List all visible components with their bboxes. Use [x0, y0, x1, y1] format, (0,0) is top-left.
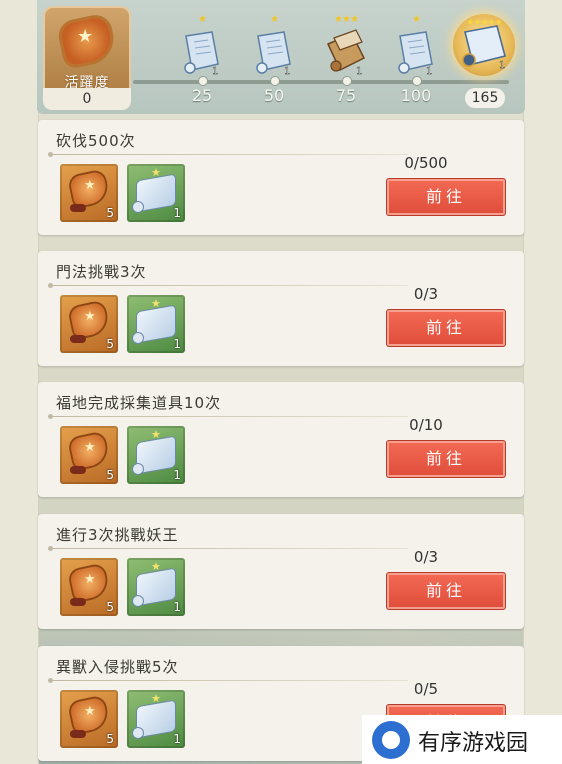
- svg-text:1: 1: [356, 66, 362, 76]
- task-title: 福地完成採集道具10次: [56, 394, 222, 412]
- tassel-icon: [70, 204, 86, 212]
- task-card: 進行3次挑戰妖王 ★ 5 ★ 1 0/3 前往: [38, 514, 524, 629]
- milestone-final-stars: ★★★★★: [466, 18, 502, 28]
- milestone-chest-100[interactable]: ★ 1 100: [391, 14, 441, 114]
- tassel-icon: [70, 598, 86, 606]
- reward-activity-token[interactable]: ★ 5: [60, 690, 118, 748]
- reward-count: 1: [173, 468, 181, 482]
- tassel-icon: [70, 730, 86, 738]
- task-divider: [48, 152, 408, 157]
- star-icon: ★: [84, 178, 96, 193]
- milestone-chest-50[interactable]: ★ 1 50: [249, 14, 299, 114]
- milestone-final-value: 165: [465, 88, 505, 108]
- milestone-dot: [198, 76, 208, 86]
- scroll-roll-icon: [133, 596, 143, 606]
- scroll-reward-icon: 1: [256, 31, 291, 76]
- star-icon: ★: [77, 26, 94, 47]
- reward-count: 1: [173, 206, 181, 220]
- milestone-chest-75[interactable]: ★★★ 1 75: [321, 14, 371, 114]
- reward-count: 5: [106, 732, 114, 746]
- svg-text:1: 1: [212, 66, 218, 76]
- reward-activity-token[interactable]: ★ 5: [60, 558, 118, 616]
- reward-scroll[interactable]: ★ 1: [127, 426, 185, 484]
- task-title: 門法挑戰3次: [56, 263, 147, 281]
- task-divider: [48, 414, 408, 419]
- task-progress: 0/10: [409, 416, 443, 434]
- reward-scroll[interactable]: ★ 1: [127, 690, 185, 748]
- scroll-reward-icon: 1: [398, 31, 433, 76]
- reward-count: 5: [106, 337, 114, 351]
- watermark-logo-icon: [372, 721, 410, 759]
- milestone-value: 75: [335, 86, 357, 105]
- task-progress: 0/5: [413, 680, 439, 698]
- star-icon: ★: [84, 572, 96, 587]
- task-progress: 0/500: [404, 154, 448, 172]
- task-card: 福地完成採集道具10次 ★ 5 ★ 1 0/10 前往: [38, 382, 524, 497]
- reward-count: 5: [106, 468, 114, 482]
- left-pillar: [0, 0, 39, 764]
- milestone-dot: [412, 76, 422, 86]
- reward-scroll[interactable]: ★ 1: [127, 558, 185, 616]
- reward-activity-token[interactable]: ★ 5: [60, 426, 118, 484]
- milestone-value: 100: [400, 86, 432, 105]
- scroll-roll-icon: [133, 202, 143, 212]
- milestone-value: 25: [191, 86, 213, 105]
- task-title: 異獸入侵挑戰5次: [56, 658, 179, 676]
- watermark-text: 有序游戏园: [418, 731, 529, 756]
- star-icon: ★: [84, 309, 96, 324]
- star-icon: ★: [84, 704, 96, 719]
- reward-count: 5: [106, 600, 114, 614]
- reward-count: 1: [173, 600, 181, 614]
- task-progress: 0/3: [413, 548, 439, 566]
- go-button[interactable]: 前往: [386, 440, 506, 478]
- milestone-dot: [270, 76, 280, 86]
- activity-value: 0: [43, 88, 131, 110]
- reward-scroll[interactable]: ★ 1: [127, 164, 185, 222]
- task-divider: [48, 283, 408, 288]
- milestone-stars: ★: [198, 14, 207, 25]
- milestone-stars: ★: [412, 14, 421, 25]
- activity-header: ★ 活躍度 0 ★ 1 25 ★ 1 50 ★★★ 1 75 ★ 1 100 1…: [37, 0, 525, 114]
- reward-count: 1: [173, 732, 181, 746]
- task-progress: 0/3: [413, 285, 439, 303]
- svg-text:1: 1: [499, 60, 505, 71]
- svg-text:1: 1: [284, 66, 290, 76]
- reward-count: 1: [173, 337, 181, 351]
- milestone-chest-25[interactable]: ★ 1 25: [177, 14, 227, 114]
- task-divider: [48, 546, 408, 551]
- task-divider: [48, 678, 408, 683]
- task-card: 砍伐500次 ★ 5 ★ 1 0/500 前往: [38, 120, 524, 235]
- svg-text:1: 1: [426, 66, 432, 76]
- scroll-roll-icon: [133, 333, 143, 343]
- scroll-reward-icon: 1: [184, 31, 219, 76]
- scroll-bundle-reward-icon: 1: [326, 29, 366, 76]
- milestone-value: 50: [263, 86, 285, 105]
- activity-badge: ★ 活躍度 0: [43, 6, 131, 110]
- reward-count: 5: [106, 206, 114, 220]
- go-button[interactable]: 前往: [386, 572, 506, 610]
- tassel-icon: [70, 466, 86, 474]
- scroll-roll-icon: [133, 728, 143, 738]
- task-title: 砍伐500次: [56, 132, 136, 150]
- reward-activity-token[interactable]: ★ 5: [60, 295, 118, 353]
- scroll-roll-icon: [133, 464, 143, 474]
- task-card: 門法挑戰3次 ★ 5 ★ 1 0/3 前往: [38, 251, 524, 366]
- watermark: 有序游戏园: [362, 715, 562, 764]
- reward-activity-token[interactable]: ★ 5: [60, 164, 118, 222]
- go-button[interactable]: 前往: [386, 309, 506, 347]
- task-title: 進行3次挑戰妖王: [56, 526, 179, 544]
- milestone-dot: [342, 76, 352, 86]
- tassel-icon: [70, 335, 86, 343]
- star-icon: ★: [84, 440, 96, 455]
- go-button[interactable]: 前往: [386, 178, 506, 216]
- right-pillar: [523, 0, 562, 764]
- reward-scroll[interactable]: ★ 1: [127, 295, 185, 353]
- milestone-stars: ★: [270, 14, 279, 25]
- milestone-stars: ★★★: [334, 14, 359, 25]
